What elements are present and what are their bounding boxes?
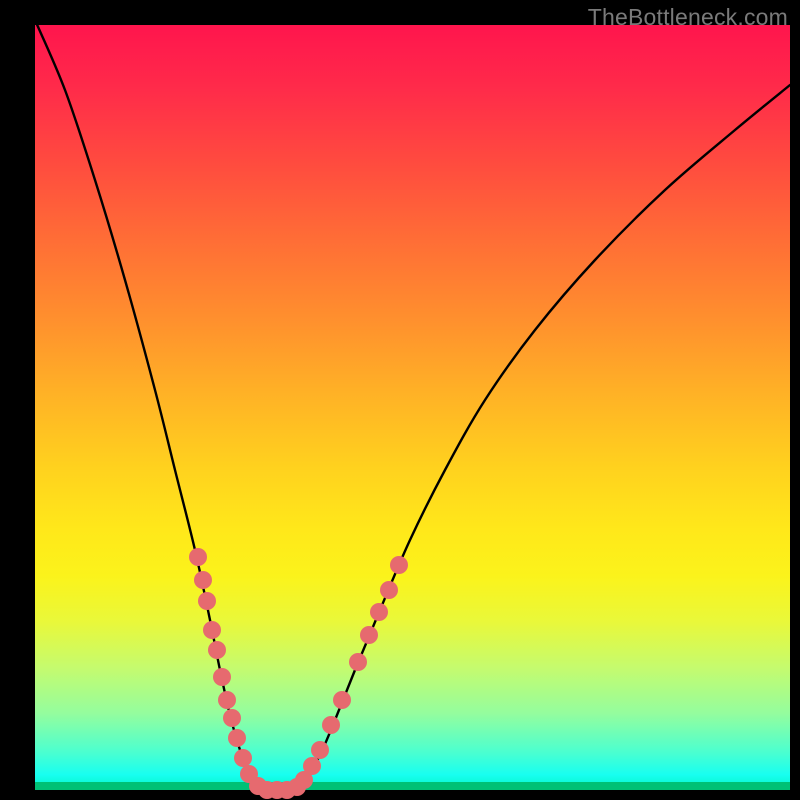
scatter-dot [228,729,246,747]
scatter-dot [198,592,216,610]
scatter-dot [213,668,231,686]
scatter-dot [303,757,321,775]
scatter-dot [333,691,351,709]
scatter-dot [349,653,367,671]
scatter-dot [218,691,236,709]
scatter-dot [360,626,378,644]
scatter-dot [208,641,226,659]
scatter-dot [189,548,207,566]
scatter-dot [380,581,398,599]
scatter-dot [322,716,340,734]
scatter-dot [223,709,241,727]
scatter-dot [311,741,329,759]
scatter-dot [234,749,252,767]
chart-frame: TheBottleneck.com [0,0,800,800]
bottleneck-curve [35,20,790,791]
scatter-dot [203,621,221,639]
scatter-dot [390,556,408,574]
scatter-dot [370,603,388,621]
plot-area [35,25,790,790]
scatter-dot [194,571,212,589]
scatter-points [189,548,408,799]
curve-layer [35,25,790,790]
